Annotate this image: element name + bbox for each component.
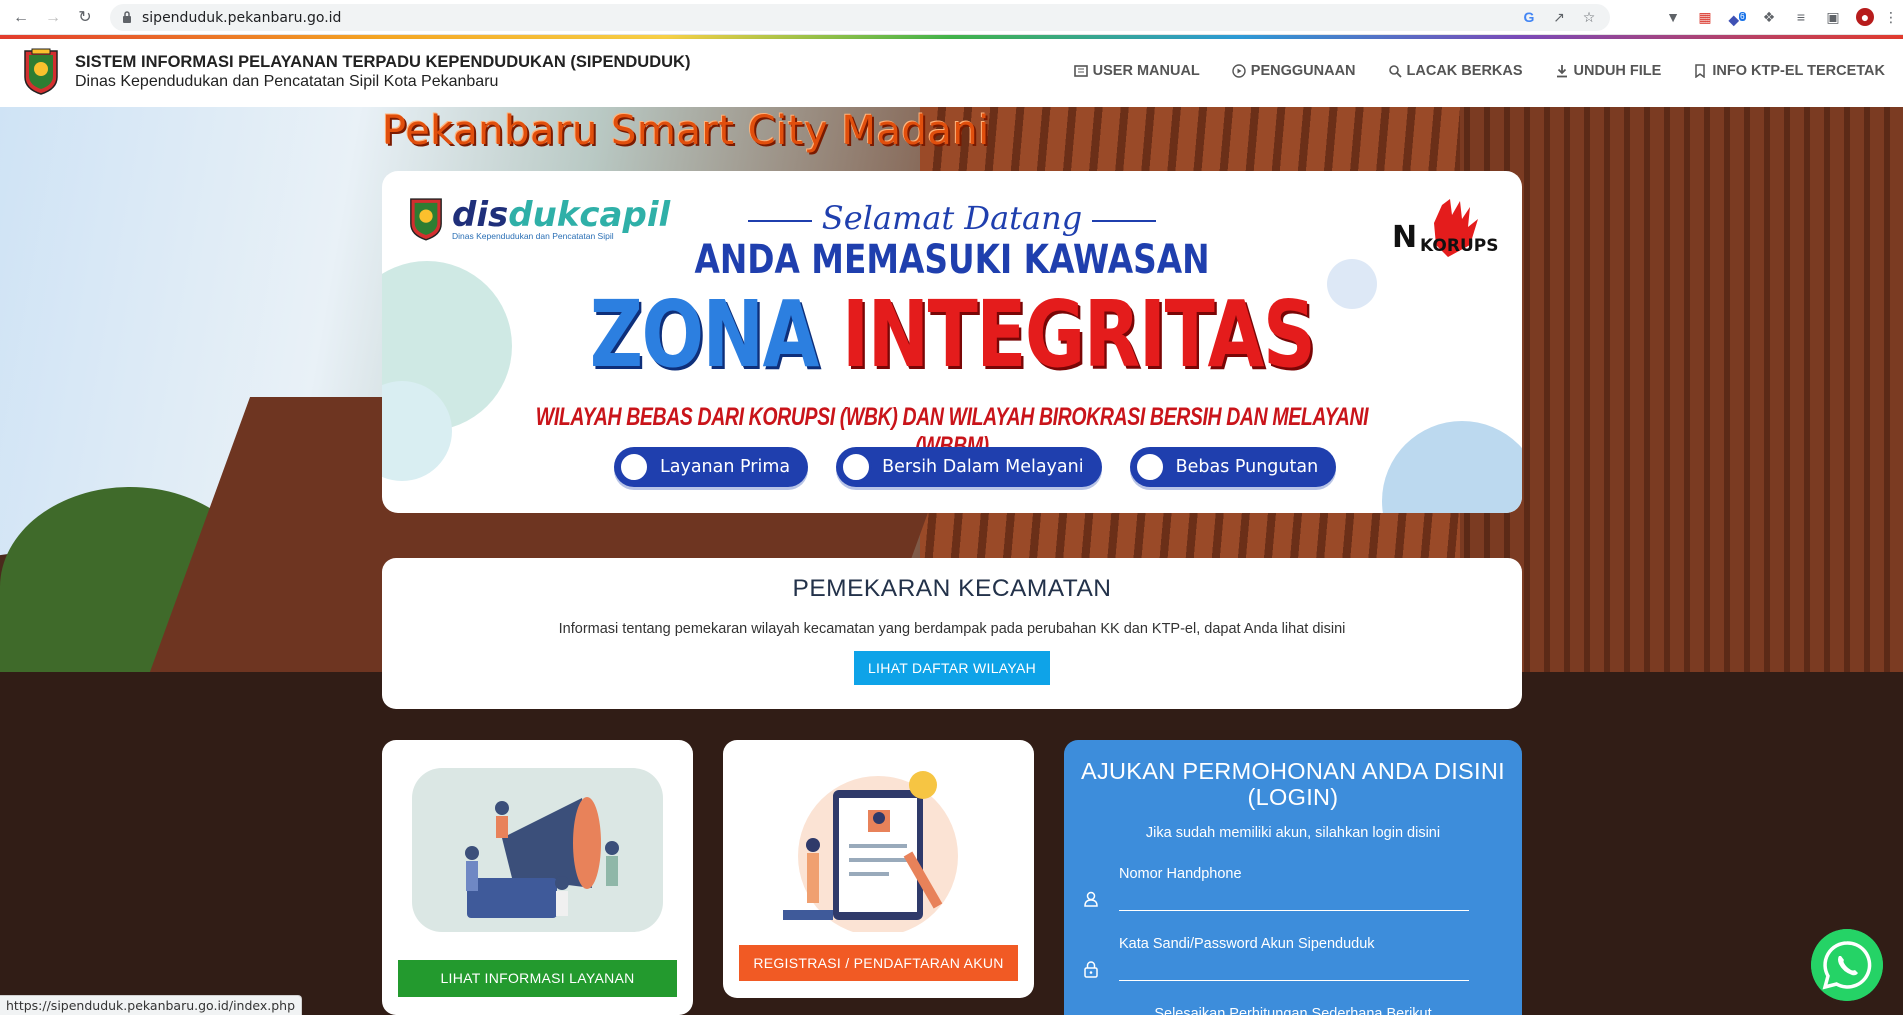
bookmark-star-icon[interactable]: ☆ [1580, 8, 1598, 26]
whatsapp-icon[interactable] [1811, 929, 1883, 1001]
password-label: Kata Sandi/Password Akun Sipenduduk [1119, 936, 1375, 952]
share-icon[interactable]: ↗ [1550, 8, 1568, 26]
status-bar-url: https://sipenduduk.pekanbaru.go.id/index… [0, 995, 303, 1015]
site-title: SISTEM INFORMASI PELAYANAN TERPADU KEPEN… [75, 53, 691, 71]
pemekaran-text: Informasi tentang pemekaran wilayah keca… [558, 621, 1346, 637]
extensions-puzzle-icon[interactable]: ❖ [1760, 8, 1778, 26]
login-card: AJUKAN PERMOHONAN ANDA DISINI (LOGIN) Ji… [1064, 740, 1522, 1015]
zona-integritas-banner: disdukcapil Dinas Kependudukan dan Penca… [382, 171, 1522, 513]
no-korupsi-logo: N KORUPSI [1392, 199, 1500, 257]
book-icon [1073, 65, 1088, 77]
pill-layanan-prima: Layanan Prima [614, 447, 809, 487]
site-subtitle: Dinas Kependudukan dan Pencatatan Sipil … [75, 73, 499, 90]
extension-red-icon[interactable]: ▦ [1696, 8, 1714, 26]
pill-bersih-melayani: Bersih Dalam Melayani [836, 447, 1102, 487]
side-panel-icon[interactable]: ▣ [1824, 8, 1842, 26]
extension-v-icon[interactable]: ▼ [1664, 8, 1682, 26]
nav-user-manual[interactable]: USER MANUAL [1073, 63, 1200, 79]
password-field[interactable]: Kata Sandi/Password Akun Sipenduduk [1119, 936, 1469, 981]
phone-label: Nomor Handphone [1119, 866, 1242, 882]
address-bar[interactable]: sipenduduk.pekanbaru.go.id G ↗ ☆ [110, 4, 1610, 31]
hero-title: Pekanbaru Smart City Madani [382, 108, 990, 154]
lihat-daftar-wilayah-button[interactable]: LIHAT DAFTAR WILAYAH [853, 651, 1051, 685]
registration-illustration [783, 771, 958, 932]
nav-penggunaan[interactable]: PENGGUNAAN [1232, 63, 1356, 79]
target-icon [618, 451, 650, 483]
banner-pills: Layanan Prima Bersih Dalam Melayani Beba… [614, 447, 1337, 487]
download-icon [1556, 65, 1567, 78]
lihat-informasi-layanan-button[interactable]: LIHAT INFORMASI LAYANAN [398, 960, 677, 997]
lightbulb-icon [840, 451, 873, 483]
phone-field[interactable]: Nomor Handphone [1119, 866, 1469, 911]
top-navigation: USER MANUAL PENGGUNAAN LACAK BERKAS UNDU… [1073, 63, 1885, 79]
phone-input[interactable] [1119, 910, 1469, 911]
search-icon [1388, 65, 1402, 78]
login-subtitle: Jika sudah memiliki akun, silahkan login… [1145, 825, 1441, 841]
forward-icon[interactable]: → [42, 7, 64, 29]
nav-lacak-berkas[interactable]: LACAK BERKAS [1388, 63, 1523, 79]
kawasan-heading: ANDA MEMASUKI KAWASAN [694, 237, 1210, 283]
pemekaran-card: PEMEKARAN KECAMATAN Informasi tentang pe… [382, 558, 1522, 709]
lock-icon [123, 11, 131, 23]
browser-toolbar: ← → ↻ sipenduduk.pekanbaru.go.id G ↗ ☆ ▼… [0, 0, 1903, 35]
svg-text:KORUPSI: KORUPSI [1420, 236, 1500, 256]
menu-dots-icon[interactable]: ⋮ [1882, 8, 1900, 26]
lock-icon [1084, 961, 1098, 978]
pemekaran-title: PEMEKARAN KECAMATAN [792, 575, 1112, 602]
decor-circle [1382, 421, 1522, 513]
login-title: AJUKAN PERMOHONAN ANDA DISINI (LOGIN) [1081, 758, 1505, 810]
informasi-layanan-card: LIHAT INFORMASI LAYANAN [382, 740, 693, 1015]
registrasi-card: REGISTRASI / PENDAFTARAN AKUN [723, 740, 1034, 998]
welcome-script: Selamat Datang [382, 199, 1522, 237]
math-captcha-label: Selesaikan Perhitungan Sederhana Berikut [1154, 1006, 1432, 1015]
person-icon [1084, 891, 1098, 907]
site-header: SISTEM INFORMASI PELAYANAN TERPADU KEPEN… [0, 39, 1903, 107]
svg-text:N: N [1392, 220, 1417, 255]
bookmark-icon [1695, 64, 1706, 78]
pill-bebas-pungutan: Bebas Pungutan [1129, 447, 1337, 487]
password-input[interactable] [1119, 980, 1469, 981]
play-circle-icon [1232, 64, 1246, 78]
registrasi-akun-button[interactable]: REGISTRASI / PENDAFTARAN AKUN [739, 945, 1018, 981]
reload-icon[interactable]: ↻ [74, 7, 96, 29]
url-text: sipenduduk.pekanbaru.go.id [142, 10, 342, 26]
google-icon[interactable]: G [1520, 8, 1538, 26]
reading-list-icon[interactable]: ≡ [1792, 8, 1810, 26]
back-icon[interactable]: ← [10, 7, 32, 29]
nav-info-ktp-el[interactable]: INFO KTP-EL TERCETAK [1693, 63, 1885, 79]
zona-integritas-heading: ZONA INTEGRITAS [589, 281, 1316, 388]
pekanbaru-logo[interactable] [22, 47, 60, 95]
megaphone-illustration [412, 768, 663, 932]
profile-avatar[interactable]: ● [1856, 8, 1874, 26]
nav-unduh-file[interactable]: UNDUH FILE [1555, 63, 1661, 79]
handshake-icon [1133, 451, 1166, 483]
extension-cap-icon[interactable]: ◆6 [1728, 8, 1746, 28]
